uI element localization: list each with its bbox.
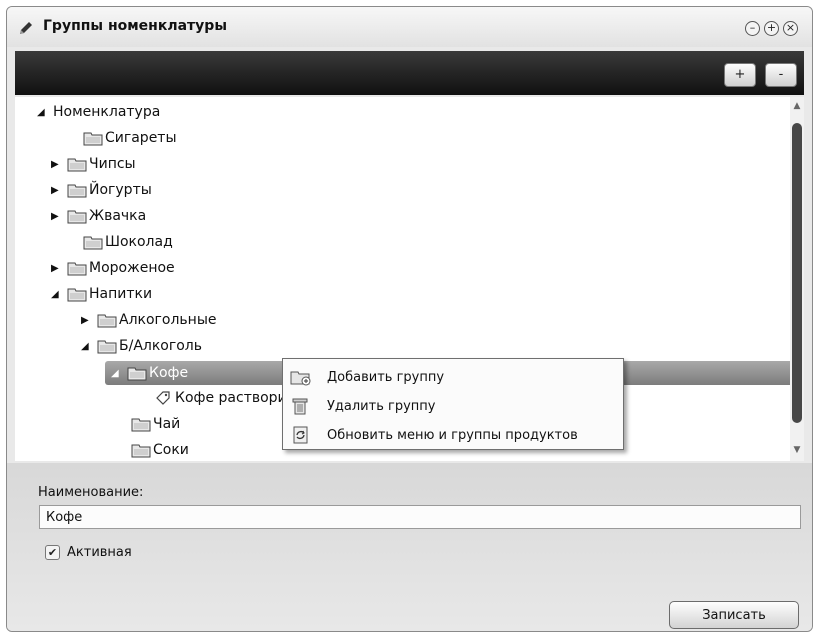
scroll-down-icon[interactable]: ▼ [792,445,802,455]
tree-node-label: Номенклатура [53,104,161,120]
name-input[interactable] [39,505,801,529]
tree-node-instant-coffee[interactable]: Кофе раствори [155,387,287,409]
pencil-icon [20,22,32,34]
remove-button[interactable]: - [765,63,797,87]
tree-node-alcoholic[interactable]: ▶ Алкогольные [81,309,217,331]
folder-icon [131,444,151,458]
expanded-arrow-icon[interactable]: ◢ [81,341,97,352]
tree-node-non-alcoholic[interactable]: ◢ Б/Алкоголь [81,335,202,357]
groups-window: Группы номенклатуры – + × + - ◢ Номенкла… [6,6,813,632]
folder-icon [67,262,87,276]
tree-node-tea[interactable]: Чай [131,413,180,435]
menu-item-label: Добавить группу [327,369,445,385]
name-label: Наименование: [38,485,144,500]
maximize-button[interactable]: + [764,21,779,36]
scroll-thumb[interactable] [792,123,802,423]
collapsed-arrow-icon[interactable]: ▶ [51,159,67,170]
minimize-button[interactable]: – [745,21,760,36]
add-folder-icon [290,371,311,386]
title-bar[interactable]: Группы номенклатуры – + × [7,7,812,47]
expanded-arrow-icon[interactable]: ◢ [111,368,127,379]
save-button[interactable]: Записать [669,601,799,629]
tree-node-label: Чай [153,416,181,432]
collapsed-arrow-icon[interactable]: ▶ [51,211,67,222]
tree-node-chips[interactable]: ▶ Чипсы [51,153,136,175]
folder-icon [67,210,87,224]
tree-node-label: Кофе раствори [175,390,287,406]
expanded-arrow-icon[interactable]: ◢ [51,289,67,300]
tree-node-cigarettes[interactable]: Сигареты [67,127,177,149]
tree-node-root[interactable]: ◢ Номенклатура [37,101,160,123]
folder-icon [97,314,117,328]
tree-node-label: Жвачка [89,208,147,224]
tree-node-label: Мороженое [89,260,175,276]
folder-icon [67,288,87,302]
folder-icon [97,340,117,354]
collapsed-arrow-icon[interactable]: ▶ [51,263,67,274]
menu-item-label: Удалить группу [327,398,436,414]
trash-icon [292,398,308,415]
tree-node-label: Напитки [89,286,153,302]
tag-icon [156,391,170,405]
folder-icon [67,184,87,198]
tree-node-label: Б/Алкоголь [119,338,202,354]
menu-item-add-group[interactable]: Добавить группу [283,363,623,391]
add-button[interactable]: + [724,63,756,87]
folder-icon [83,132,103,146]
tree-node-label: Йогурты [89,182,152,198]
tree-node-label: Соки [153,442,189,458]
menu-item-delete-group[interactable]: Удалить группу [283,392,623,420]
expanded-arrow-icon[interactable]: ◢ [37,107,53,118]
refresh-icon [293,426,308,444]
active-checkbox[interactable]: ✔ [45,545,60,560]
folder-icon [131,418,151,432]
folder-icon [67,158,87,172]
context-menu: Добавить группу Удалить группу Обновить … [282,358,624,450]
collapsed-arrow-icon[interactable]: ▶ [81,315,97,326]
menu-item-refresh[interactable]: Обновить меню и группы продуктов [283,421,623,449]
tree-node-label: Сигареты [105,130,177,146]
scrollbar[interactable]: ▲ ▼ [790,97,804,461]
tree-node-label: Шоколад [105,234,173,250]
tree-node-chocolate[interactable]: Шоколад [67,231,173,253]
close-button[interactable]: × [783,21,798,36]
tree-node-label: Алкогольные [119,312,217,328]
scroll-up-icon[interactable]: ▲ [792,101,802,111]
folder-icon [127,367,147,381]
tree-node-juices[interactable]: Соки [131,439,189,461]
tree-node-label: Кофе [149,365,189,381]
tree-node-label: Чипсы [89,156,136,172]
active-label: Активная [67,545,132,560]
check-icon: ✔ [47,546,58,559]
tree-node-coffee[interactable]: ◢ Кофе [111,362,188,384]
tree-node-yogurts[interactable]: ▶ Йогурты [51,179,152,201]
window-title: Группы номенклатуры [43,18,227,34]
folder-icon [83,236,103,250]
toolbar: + - [15,51,804,95]
tree-node-drinks[interactable]: ◢ Напитки [51,283,152,305]
tree-node-gum[interactable]: ▶ Жвачка [51,205,146,227]
tree-node-ice-cream[interactable]: ▶ Мороженое [51,257,175,279]
collapsed-arrow-icon[interactable]: ▶ [51,185,67,196]
menu-item-label: Обновить меню и группы продуктов [327,427,578,443]
